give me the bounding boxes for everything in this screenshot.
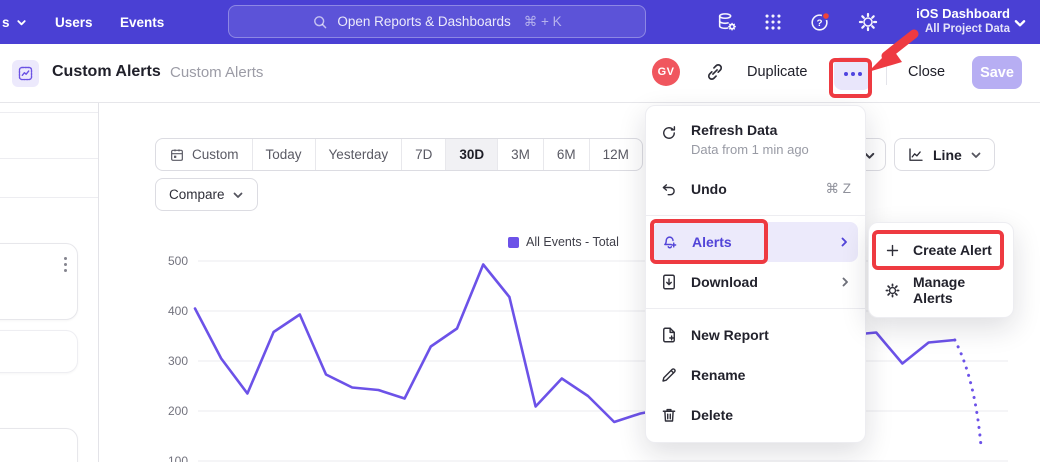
legend-label: All Events - Total [526,235,619,249]
menu-item-undo[interactable]: Undo ⌘ Z [646,169,865,209]
range-12m[interactable]: 12M [589,139,642,170]
line-chart-icon [907,146,925,164]
range-30d-active[interactable]: 30D [445,139,497,170]
submenu-item-create-alert[interactable]: Create Alert [869,230,1013,270]
menu-item-new-report[interactable]: New Report [646,315,865,355]
svg-text:200: 200 [168,404,188,418]
project-scope: All Project Data [916,22,1010,37]
nav-item-users[interactable]: Users [55,0,93,44]
app-window: 500 400 300 200 100 All Events - Total Custo… [0,0,1040,462]
save-button[interactable]: Save [972,56,1022,89]
range-3m[interactable]: 3M [497,139,543,170]
range-label: Custom [192,147,239,162]
report-icon [12,60,39,87]
range-6m[interactable]: 6M [543,139,589,170]
menu-label: Refresh Data [691,122,809,138]
bell-plus-icon [661,233,679,251]
svg-text:400: 400 [168,304,188,318]
settings-gear-icon[interactable] [857,11,879,33]
top-navbar: s Users Events Open Reports & Dashboards… [0,0,1040,44]
more-options-button[interactable] [834,57,871,90]
sidebar-card[interactable] [0,330,78,373]
range-7d[interactable]: 7D [401,139,445,170]
svg-text:100: 100 [168,454,188,462]
sidebar-card[interactable] [0,428,78,462]
menu-item-rename[interactable]: Rename [646,355,865,395]
close-button[interactable]: Close [908,64,945,80]
data-management-icon[interactable] [716,11,738,33]
menu-label: Alerts [692,234,732,250]
chevron-right-icon [838,236,850,248]
download-icon [660,273,678,291]
menu-label: Download [691,274,758,290]
menu-sublabel: Data from 1 min ago [691,142,809,157]
date-range-control: Custom Today Yesterday 7D 30D 3M 6M 12M [155,138,643,171]
plus-icon [884,242,901,259]
sidebar-divider [0,197,98,198]
svg-text:500: 500 [168,254,188,268]
file-plus-icon [660,326,678,344]
gear-icon [884,282,901,299]
menu-label: New Report [691,327,769,343]
chart-legend: All Events - Total [508,235,619,249]
search-input[interactable]: Open Reports & Dashboards ⌘ + K [228,5,646,38]
search-shortcut: ⌘ + K [524,14,562,30]
range-today[interactable]: Today [252,139,315,170]
menu-label: Delete [691,407,733,423]
chart-type-button[interactable]: Line [894,138,995,171]
compare-button[interactable]: Compare [155,178,258,211]
undo-icon [660,180,678,198]
sidebar-card[interactable] [0,243,78,320]
copy-link-icon[interactable] [705,62,725,82]
page-title: Custom Alerts [52,63,161,81]
menu-item-download[interactable]: Download [646,262,865,302]
menu-label: Undo [691,181,727,197]
pencil-icon [660,366,678,384]
svg-text:300: 300 [168,354,188,368]
menu-item-alerts[interactable]: Alerts [653,222,858,262]
search-icon [312,14,328,30]
alerts-submenu: Create Alert Manage Alerts [868,222,1014,318]
chevron-down-icon [970,149,982,161]
sidebar-divider [0,158,98,159]
header-divider [886,59,887,85]
menu-item-delete[interactable]: Delete [646,395,865,435]
chevron-right-icon [839,276,851,288]
project-switcher[interactable]: iOS Dashboard All Project Data [916,5,1010,37]
avatar[interactable]: GV [652,58,680,86]
trash-icon [660,406,678,424]
menu-item-refresh-data[interactable]: Refresh Data Data from 1 min ago [646,113,865,169]
menu-divider [646,215,865,216]
refresh-icon [660,124,678,142]
sidebar-divider [0,112,98,113]
shortcut-hint: ⌘ Z [826,181,852,197]
duplicate-button[interactable]: Duplicate [747,64,807,80]
kebab-menu-icon[interactable] [64,257,67,272]
nav-item-truncated[interactable]: s [0,0,27,44]
menu-divider [646,308,865,309]
calendar-icon [169,147,185,163]
more-options-menu: Refresh Data Data from 1 min ago Undo ⌘ … [645,105,866,443]
nav-item-events[interactable]: Events [120,0,164,44]
range-custom[interactable]: Custom [156,139,252,170]
chevron-down-icon[interactable] [1013,16,1027,30]
svg-text:?: ? [817,18,823,29]
range-yesterday[interactable]: Yesterday [315,139,402,170]
menu-label: Rename [691,367,745,383]
left-sidebar [0,103,99,462]
apps-grid-icon[interactable] [762,11,784,33]
chevron-down-icon [232,189,244,201]
submenu-label: Create Alert [913,242,992,258]
project-name: iOS Dashboard [916,5,1010,22]
report-header: Custom Alerts Custom Alerts GV Duplicate… [0,44,1040,103]
help-icon-with-badge[interactable]: ? [809,11,831,33]
chevron-down-icon [16,17,27,28]
submenu-label: Manage Alerts [913,274,998,306]
breadcrumb: Custom Alerts [170,64,263,81]
submenu-item-manage-alerts[interactable]: Manage Alerts [869,270,1013,310]
legend-swatch [508,237,519,248]
